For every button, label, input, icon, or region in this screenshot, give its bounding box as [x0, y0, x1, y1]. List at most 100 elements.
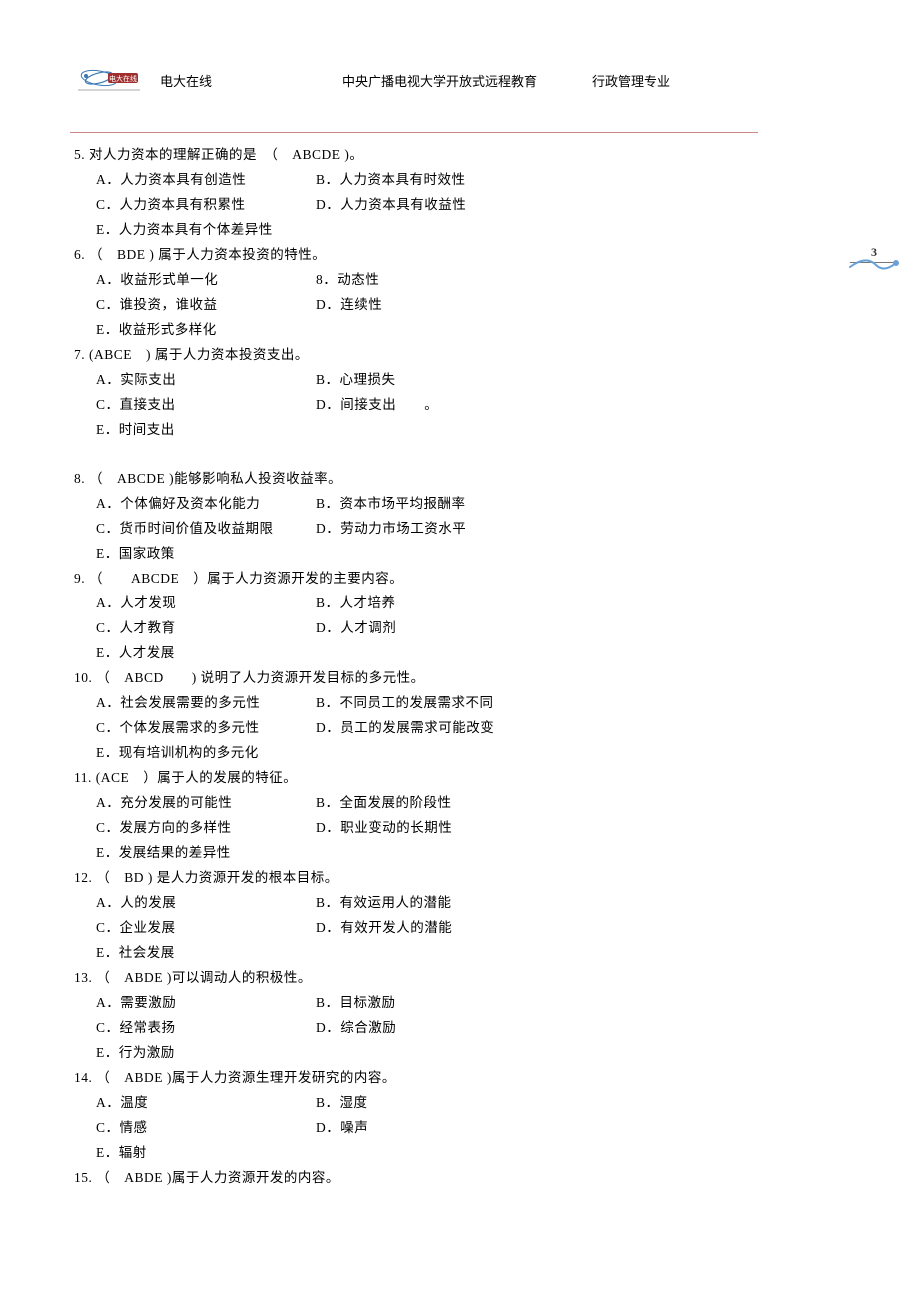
option: C．直接支出	[96, 393, 316, 418]
option: E．社会发展	[96, 945, 175, 960]
option: D．间接支出 。	[316, 393, 438, 418]
option-row: A．个体偏好及资本化能力B．资本市场平均报酬率	[74, 492, 758, 517]
question-stem: 7. (ABCE ) 属于人力资本投资支出。	[74, 343, 758, 368]
option: A．个体偏好及资本化能力	[96, 492, 316, 517]
option: 8．动态性	[316, 268, 379, 293]
option-row: A．需要激励B．目标激励	[74, 991, 758, 1016]
option-row: C．直接支出D．间接支出 。	[74, 393, 758, 418]
option-row: C．个体发展需求的多元性D．员工的发展需求可能改变	[74, 716, 758, 741]
question-stem: 11. (ACE ）属于人的发展的特征。	[74, 766, 758, 791]
question-stem: 12. （ BD ) 是人力资源开发的根本目标。	[74, 866, 758, 891]
question-stem: 15. （ ABDE )属于人力资源开发的内容。	[74, 1166, 758, 1191]
option: A．社会发展需要的多元性	[96, 691, 316, 716]
option-row: A．人力资本具有创造性B．人力资本具有时效性	[74, 168, 758, 193]
option: C．企业发展	[96, 916, 316, 941]
option: D．有效开发人的潜能	[316, 916, 452, 941]
option-row: A．人才发现B．人才培养	[74, 591, 758, 616]
option: B．全面发展的阶段性	[316, 791, 452, 816]
option-row: A．温度B．湿度	[74, 1091, 758, 1116]
option: B．有效运用人的潜能	[316, 891, 452, 916]
option: E．人力资本具有个体差异性	[96, 222, 273, 237]
option: D．人才调剂	[316, 616, 396, 641]
option: A．人的发展	[96, 891, 316, 916]
option: A．人力资本具有创造性	[96, 168, 316, 193]
option: C．货币时间价值及收益期限	[96, 517, 316, 542]
blank-line	[74, 443, 758, 467]
option: B．心理损失	[316, 368, 396, 393]
option-row: A．人的发展B．有效运用人的潜能	[74, 891, 758, 916]
option: B．人才培养	[316, 591, 396, 616]
option-row: C．经常表扬D．综合激励	[74, 1016, 758, 1041]
option: A．人才发现	[96, 591, 316, 616]
option: C．经常表扬	[96, 1016, 316, 1041]
option: C．谁投资，谁收益	[96, 293, 316, 318]
option-row: E．时间支出	[74, 418, 758, 443]
option: A．实际支出	[96, 368, 316, 393]
question-stem: 14. （ ABDE )属于人力资源生理开发研究的内容。	[74, 1066, 758, 1091]
option: C．人才教育	[96, 616, 316, 641]
option: E．时间支出	[96, 422, 175, 437]
question-stem: 9. （ ABCDE ）属于人力资源开发的主要内容。	[74, 567, 758, 592]
question-stem: 8. （ ABCDE )能够影响私人投资收益率。	[74, 467, 758, 492]
question-stem: 13. （ ABDE )可以调动人的积极性。	[74, 966, 758, 991]
option-row: A．收益形式单一化8．动态性	[74, 268, 758, 293]
option-row: C．人力资本具有积累性D．人力资本具有收益性	[74, 193, 758, 218]
option-row: C．发展方向的多样性D．职业变动的长期性	[74, 816, 758, 841]
option: E．现有培训机构的多元化	[96, 745, 259, 760]
option: B．资本市场平均报酬率	[316, 492, 466, 517]
option-row: E．人力资本具有个体差异性	[74, 218, 758, 243]
option: A．充分发展的可能性	[96, 791, 316, 816]
option-row: E．行为激励	[74, 1041, 758, 1066]
option: D．人力资本具有收益性	[316, 193, 466, 218]
option: E．行为激励	[96, 1045, 175, 1060]
option: D．劳动力市场工资水平	[316, 517, 466, 542]
option: C．发展方向的多样性	[96, 816, 316, 841]
option: A．温度	[96, 1091, 316, 1116]
option: D．噪声	[316, 1116, 368, 1141]
option-row: C．人才教育D．人才调剂	[74, 616, 758, 641]
page-container: 电大在线 电大在线 中央广播电视大学开放式远程教育 行政管理专业 5. 对人力资…	[70, 0, 850, 1191]
option-row: E．现有培训机构的多元化	[74, 741, 758, 766]
option-row: A．充分发展的可能性B．全面发展的阶段性	[74, 791, 758, 816]
page-header: 电大在线 电大在线 中央广播电视大学开放式远程教育 行政管理专业	[70, 68, 850, 92]
option: B．目标激励	[316, 991, 396, 1016]
option-row: E．社会发展	[74, 941, 758, 966]
option: B．湿度	[316, 1091, 368, 1116]
header-brand: 电大在线	[160, 71, 212, 90]
option: E．人才发展	[96, 645, 175, 660]
header-center: 中央广播电视大学开放式远程教育	[342, 71, 537, 90]
option: E．收益形式多样化	[96, 322, 217, 337]
question-stem: 10. （ ABCD ) 说明了人力资源开发目标的多元性。	[74, 666, 758, 691]
question-stem: 5. 对人力资本的理解正确的是 （ ABCDE )。	[74, 143, 758, 168]
option-row: C．情感D．噪声	[74, 1116, 758, 1141]
option-row: E．辐射	[74, 1141, 758, 1166]
option-row: A．实际支出B．心理损失	[74, 368, 758, 393]
option-row: E．发展结果的差异性	[74, 841, 758, 866]
option: B．人力资本具有时效性	[316, 168, 466, 193]
option: E．辐射	[96, 1145, 147, 1160]
option-row: C．企业发展D．有效开发人的潜能	[74, 916, 758, 941]
option: D．连续性	[316, 293, 382, 318]
header-right: 行政管理专业	[592, 71, 670, 90]
option: D．员工的发展需求可能改变	[316, 716, 494, 741]
option: D．职业变动的长期性	[316, 816, 452, 841]
document-content: 5. 对人力资本的理解正确的是 （ ABCDE )。A．人力资本具有创造性B．人…	[70, 143, 758, 1191]
option: C．个体发展需求的多元性	[96, 716, 316, 741]
option-row: C．货币时间价值及收益期限D．劳动力市场工资水平	[74, 517, 758, 542]
option: C．情感	[96, 1116, 316, 1141]
svg-text:电大在线: 电大在线	[109, 74, 137, 83]
option: D．综合激励	[316, 1016, 396, 1041]
logo-icon: 电大在线	[74, 68, 144, 92]
option: A．收益形式单一化	[96, 268, 316, 293]
option-row: E．人才发展	[74, 641, 758, 666]
option: A．需要激励	[96, 991, 316, 1016]
option: E．发展结果的差异性	[96, 845, 231, 860]
option-row: A．社会发展需要的多元性B．不同员工的发展需求不同	[74, 691, 758, 716]
option-row: E．收益形式多样化	[74, 318, 758, 343]
option: B．不同员工的发展需求不同	[316, 691, 494, 716]
option-row: C．谁投资，谁收益D．连续性	[74, 293, 758, 318]
header-divider	[70, 132, 758, 133]
page-number-badge: 3	[846, 245, 902, 289]
option: C．人力资本具有积累性	[96, 193, 316, 218]
option: E．国家政策	[96, 546, 175, 561]
